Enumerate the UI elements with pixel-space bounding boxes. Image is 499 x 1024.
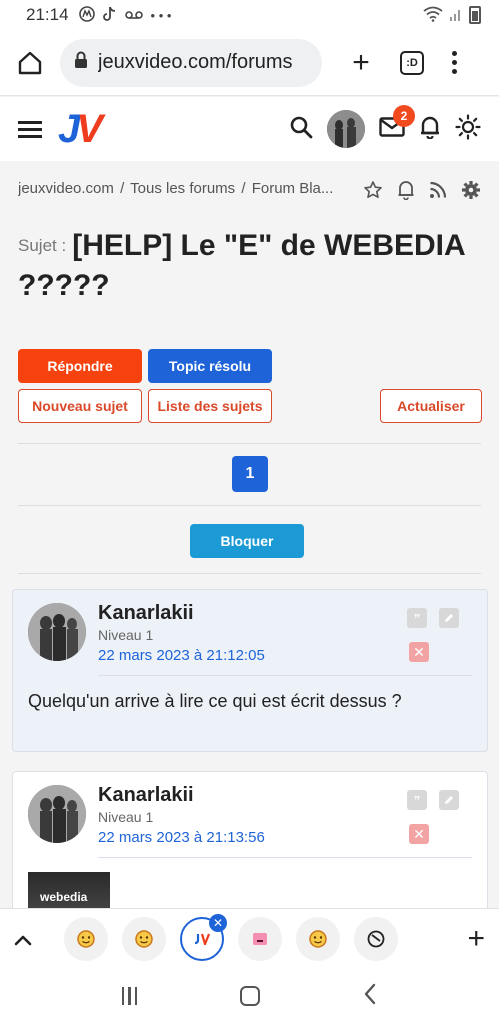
jv-logo[interactable]: J V bbox=[58, 107, 103, 151]
url-bar[interactable]: jeuxvideo.com/forums bbox=[60, 38, 322, 87]
breadcrumb: jeuxvideo.com / Tous les forums / Forum … bbox=[18, 180, 348, 197]
post-author-avatar[interactable] bbox=[28, 603, 86, 661]
browser-toolbar: jeuxvideo.com/forums + :D bbox=[0, 30, 499, 96]
post-actions: ” bbox=[407, 608, 459, 628]
post-date[interactable]: 22 mars 2023 à 21:13:56 bbox=[98, 829, 265, 846]
tab-emoji-icon[interactable] bbox=[296, 916, 340, 961]
tab-emoji-icon[interactable] bbox=[122, 916, 166, 961]
post-body: Quelqu'un arrive à lire ce qui est écrit… bbox=[28, 691, 402, 711]
theme-sun-icon[interactable] bbox=[455, 113, 481, 145]
browser-bottom-bar: ✕ + bbox=[0, 908, 499, 968]
tab-round-icon[interactable] bbox=[354, 916, 398, 961]
logo-v: V bbox=[76, 107, 103, 151]
system-home-icon[interactable] bbox=[240, 986, 261, 1006]
site-header: J V 2 bbox=[0, 97, 499, 161]
edit-pencil-icon[interactable] bbox=[439, 790, 459, 810]
post-author-level: Niveau 1 bbox=[98, 627, 154, 643]
star-icon[interactable] bbox=[363, 180, 383, 205]
signal-icon bbox=[449, 7, 463, 24]
delete-icon[interactable]: ✕ bbox=[409, 642, 429, 662]
recent-apps-icon[interactable] bbox=[121, 987, 138, 1005]
new-tab-plus-icon[interactable]: + bbox=[348, 47, 374, 78]
logo-j: J bbox=[58, 107, 80, 151]
topic-list-button[interactable]: Liste des sujets bbox=[148, 389, 272, 423]
divider bbox=[18, 505, 481, 506]
new-topic-button[interactable]: Nouveau sujet bbox=[18, 389, 142, 423]
wifi-icon bbox=[423, 6, 443, 25]
page-title: Sujet : [HELP] Le "E" de WEBEDIA ????? bbox=[18, 226, 478, 306]
tab-group-strip: ✕ bbox=[64, 913, 398, 961]
post-date[interactable]: 22 mars 2023 à 21:12:05 bbox=[98, 647, 265, 664]
post-author-avatar[interactable] bbox=[28, 785, 86, 843]
post-author[interactable]: Kanarlakii bbox=[98, 602, 194, 625]
rss-icon[interactable] bbox=[429, 181, 447, 204]
tab-emoji-icon[interactable] bbox=[64, 916, 108, 961]
more-dots-icon: • • • bbox=[150, 7, 172, 23]
battery-icon bbox=[469, 6, 481, 24]
tab-close-icon[interactable]: ✕ bbox=[209, 913, 227, 932]
topic-tools bbox=[363, 180, 481, 205]
system-navigation-bar bbox=[0, 968, 499, 1024]
post-author[interactable]: Kanarlakii bbox=[98, 784, 194, 807]
add-tab-plus-icon[interactable]: + bbox=[467, 923, 485, 954]
breadcrumb-separator: / bbox=[241, 180, 246, 197]
forum-post: Kanarlakii Niveau 1 22 mars 2023 à 21:13… bbox=[12, 771, 488, 912]
status-time: 21:14 bbox=[26, 5, 69, 24]
hamburger-menu-icon[interactable] bbox=[18, 120, 42, 138]
thumbnail-text: webedia bbox=[40, 890, 88, 904]
tab-switcher-button[interactable]: :D bbox=[400, 50, 424, 75]
forum-post: Kanarlakii Niveau 1 22 mars 2023 à 21:12… bbox=[12, 589, 488, 752]
home-icon[interactable] bbox=[16, 49, 44, 77]
settings-gear-icon[interactable] bbox=[461, 180, 481, 205]
voicemail-icon bbox=[124, 8, 143, 23]
block-button[interactable]: Bloquer bbox=[190, 524, 304, 558]
topic-bell-icon[interactable] bbox=[397, 180, 415, 205]
chevron-up-icon[interactable] bbox=[14, 926, 32, 952]
breadcrumb-separator: / bbox=[120, 180, 125, 197]
refresh-button[interactable]: Actualiser bbox=[380, 389, 482, 423]
status-bar: 21:14 • • • bbox=[0, 0, 499, 30]
m-icon bbox=[78, 5, 95, 25]
bell-icon[interactable] bbox=[419, 115, 441, 144]
post-author-level: Niveau 1 bbox=[98, 809, 154, 825]
breadcrumb-item-home[interactable]: jeuxvideo.com bbox=[18, 180, 114, 197]
search-icon[interactable] bbox=[289, 115, 313, 144]
pagination-current-page[interactable]: 1 bbox=[232, 456, 268, 492]
post-image-thumbnail[interactable]: webedia bbox=[28, 872, 110, 912]
post-divider bbox=[98, 857, 472, 858]
browser-menu-icon[interactable] bbox=[452, 51, 457, 74]
back-chevron-icon[interactable] bbox=[363, 981, 377, 1012]
post-actions: ” bbox=[407, 790, 459, 810]
status-right-icons bbox=[423, 6, 481, 25]
tab-jv-icon[interactable]: ✕ bbox=[180, 913, 227, 961]
quote-icon[interactable]: ” bbox=[407, 790, 427, 810]
divider bbox=[18, 573, 481, 574]
messages-button[interactable]: 2 bbox=[379, 104, 415, 142]
topic-title-text: [HELP] Le "E" de WEBEDIA ????? bbox=[18, 229, 465, 302]
breadcrumb-item-all-forums[interactable]: Tous les forums bbox=[130, 180, 235, 197]
post-divider bbox=[98, 675, 472, 676]
reply-button[interactable]: Répondre bbox=[18, 349, 142, 383]
user-avatar[interactable] bbox=[327, 110, 365, 148]
lock-icon bbox=[74, 51, 88, 74]
topic-prefix: Sujet : bbox=[18, 236, 67, 255]
header-actions: 2 bbox=[275, 104, 481, 148]
tab-pink-icon[interactable] bbox=[238, 916, 282, 961]
edit-pencil-icon[interactable] bbox=[439, 608, 459, 628]
url-text: jeuxvideo.com/forums bbox=[98, 51, 293, 73]
delete-icon[interactable]: ✕ bbox=[409, 824, 429, 844]
breadcrumb-item-forum[interactable]: Forum Bla... bbox=[252, 180, 334, 197]
quote-icon[interactable]: ” bbox=[407, 608, 427, 628]
divider bbox=[18, 443, 481, 444]
messages-badge: 2 bbox=[393, 104, 415, 127]
tiktok-icon bbox=[102, 6, 117, 25]
topic-resolved-button[interactable]: Topic résolu bbox=[148, 349, 272, 383]
